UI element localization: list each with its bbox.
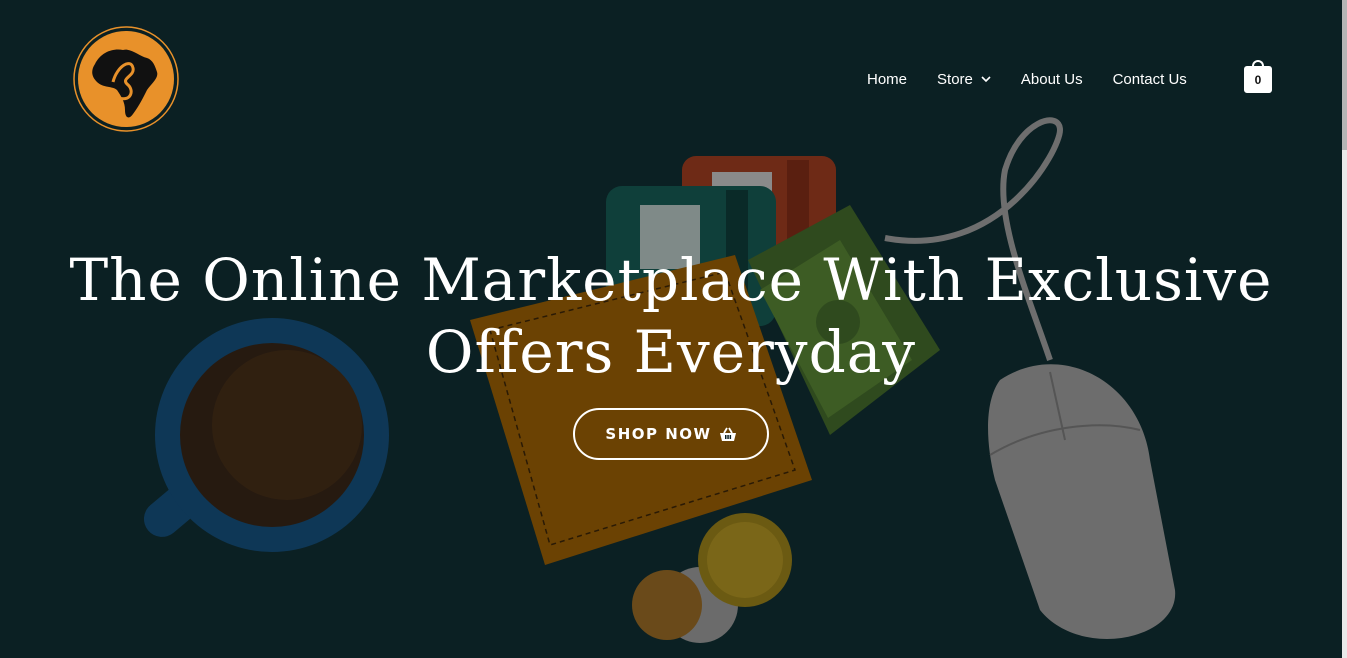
brand-logo[interactable] xyxy=(73,26,179,132)
chevron-down-icon xyxy=(981,76,991,83)
shop-now-button[interactable]: SHOP NOW xyxy=(573,408,769,460)
cart-button[interactable]: 0 xyxy=(1244,60,1272,94)
nav-store-label: Store xyxy=(937,70,973,88)
hero-section: Home Store About Us Contact Us 0 The Onl… xyxy=(0,0,1342,658)
nav-about-us[interactable]: About Us xyxy=(1021,71,1083,88)
nav-contact-us[interactable]: Contact Us xyxy=(1113,71,1187,88)
nav-about-us-label: About Us xyxy=(1020,70,1083,88)
nav-store[interactable]: Store xyxy=(937,71,991,88)
basket-icon xyxy=(719,427,736,441)
nav-home[interactable]: Home xyxy=(867,71,907,88)
shop-now-label: SHOP NOW xyxy=(605,425,712,443)
page-scrollbar[interactable] xyxy=(1342,0,1347,658)
scrollbar-thumb[interactable] xyxy=(1342,0,1347,150)
hero-headline: The Online Marketplace With Exclusive Of… xyxy=(69,246,1273,386)
cart-count: 0 xyxy=(1244,66,1272,93)
coins-illustration xyxy=(632,513,792,643)
main-nav: Home Store About Us Contact Us xyxy=(867,66,1217,92)
nav-contact-us-label: Contact Us xyxy=(1112,70,1187,88)
nav-home-label: Home xyxy=(867,70,908,88)
